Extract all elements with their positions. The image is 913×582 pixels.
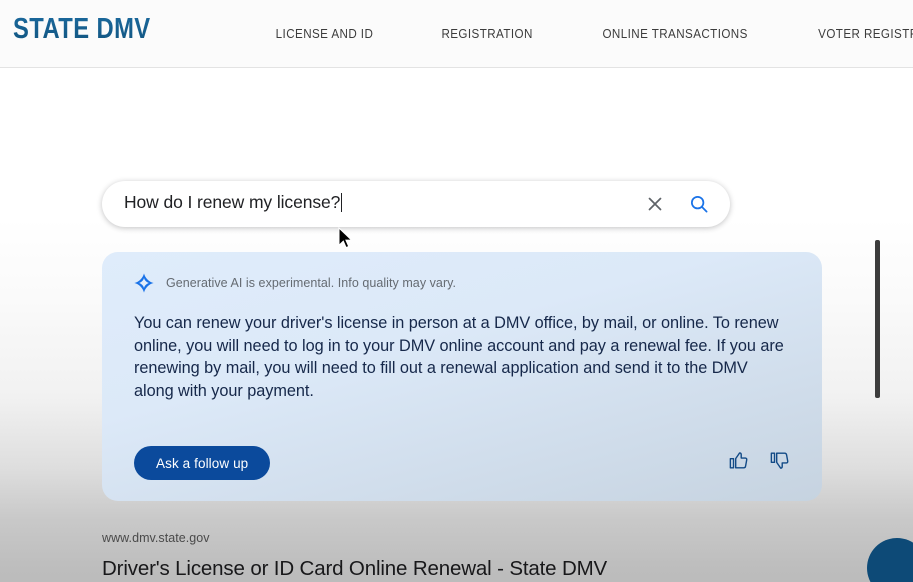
site-header: STATE DMV LICENSE AND ID REGISTRATION ON… — [0, 0, 913, 68]
generative-ai-answer-card: Generative AI is experimental. Info qual… — [102, 252, 822, 501]
nav-item-license-and-id[interactable]: LICENSE AND ID — [276, 27, 374, 41]
thumbs-up-icon[interactable] — [728, 450, 749, 471]
ai-disclaimer-text: Generative AI is experimental. Info qual… — [166, 276, 457, 290]
nav-item-registration[interactable]: REGISTRATION — [441, 27, 532, 41]
ask-a-follow-up-button[interactable]: Ask a follow up — [134, 446, 271, 480]
search-input-value: How do I renew my license? — [124, 192, 341, 212]
search-magnifier-icon[interactable] — [688, 193, 710, 215]
ai-disclaimer: Generative AI is experimental. Info qual… — [133, 272, 456, 294]
result-url[interactable]: www.dmv.state.gov — [102, 531, 802, 545]
vertical-scrollbar-thumb[interactable] — [875, 240, 880, 398]
site-logo[interactable]: STATE DMV — [13, 12, 151, 46]
nav-item-online-transactions[interactable]: ONLINE TRANSACTIONS — [603, 27, 748, 41]
nav-item-voter-registration[interactable]: VOTER REGISTRATION — [819, 27, 913, 41]
thumbs-down-icon[interactable] — [769, 450, 790, 471]
generative-ai-sparkle-icon — [134, 273, 154, 293]
result-title-link[interactable]: Driver's License or ID Card Online Renew… — [102, 557, 802, 581]
feedback-buttons — [728, 450, 790, 471]
search-result: www.dmv.state.gov Driver's License or ID… — [102, 531, 802, 581]
search-bar[interactable]: How do I renew my license? — [102, 181, 730, 227]
ai-answer-text: You can renew your driver's license in p… — [134, 314, 784, 400]
search-input[interactable]: How do I renew my license? — [124, 192, 343, 213]
ai-card-actions: Ask a follow up — [102, 446, 822, 480]
main-navigation: LICENSE AND ID REGISTRATION ONLINE TRANS… — [272, 0, 913, 68]
close-x-icon[interactable] — [644, 193, 666, 215]
text-caret — [341, 193, 343, 212]
